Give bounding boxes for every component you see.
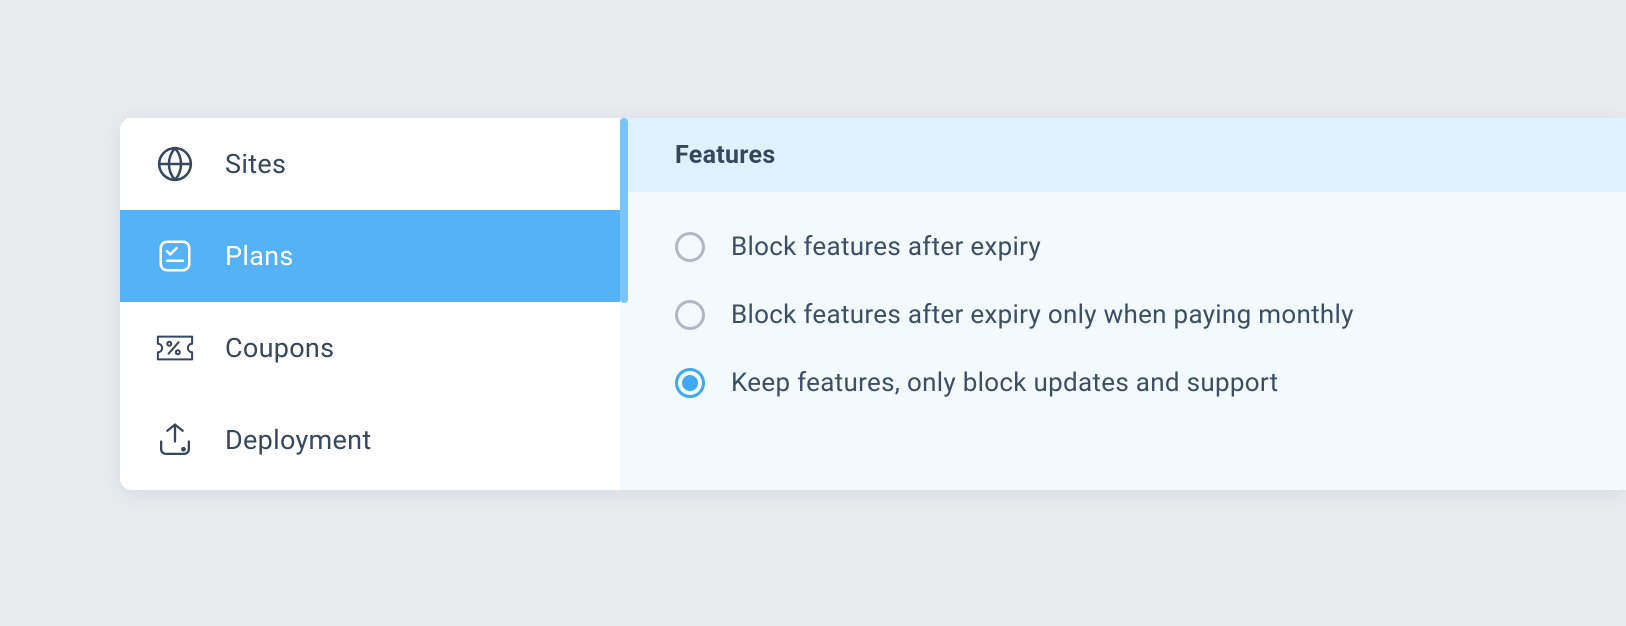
checklist-icon: [155, 236, 195, 276]
sidebar-item-label: Coupons: [225, 332, 334, 364]
sidebar-item-plans[interactable]: Plans: [120, 210, 620, 302]
radio-dot-icon: [682, 375, 698, 391]
radio-group-features: Block features after expiry Block featur…: [620, 192, 1626, 438]
scroll-indicator[interactable]: [620, 118, 628, 303]
sidebar-item-label: Plans: [225, 240, 294, 272]
upload-icon: [155, 420, 195, 460]
content-area: Features Block features after expiry Blo…: [620, 118, 1626, 490]
radio-icon: [675, 300, 705, 330]
coupon-icon: [155, 328, 195, 368]
globe-icon: [155, 144, 195, 184]
radio-option-keep-features[interactable]: Keep features, only block updates and su…: [675, 368, 1571, 398]
radio-label: Block features after expiry: [731, 232, 1041, 262]
sidebar-item-sites[interactable]: Sites: [120, 118, 620, 210]
radio-option-block-monthly[interactable]: Block features after expiry only when pa…: [675, 300, 1571, 330]
radio-label: Keep features, only block updates and su…: [731, 368, 1278, 398]
settings-panel: Sites Plans Coupons: [120, 118, 1626, 490]
sidebar-item-deployment[interactable]: Deployment: [120, 394, 620, 486]
sidebar-item-label: Deployment: [225, 424, 371, 456]
section-title: Features: [675, 141, 775, 170]
radio-option-block-after-expiry[interactable]: Block features after expiry: [675, 232, 1571, 262]
sidebar-item-label: Sites: [225, 148, 286, 180]
radio-icon: [675, 368, 705, 398]
radio-icon: [675, 232, 705, 262]
radio-label: Block features after expiry only when pa…: [731, 300, 1354, 330]
sidebar-item-coupons[interactable]: Coupons: [120, 302, 620, 394]
sidebar: Sites Plans Coupons: [120, 118, 620, 490]
section-header: Features: [620, 118, 1626, 192]
